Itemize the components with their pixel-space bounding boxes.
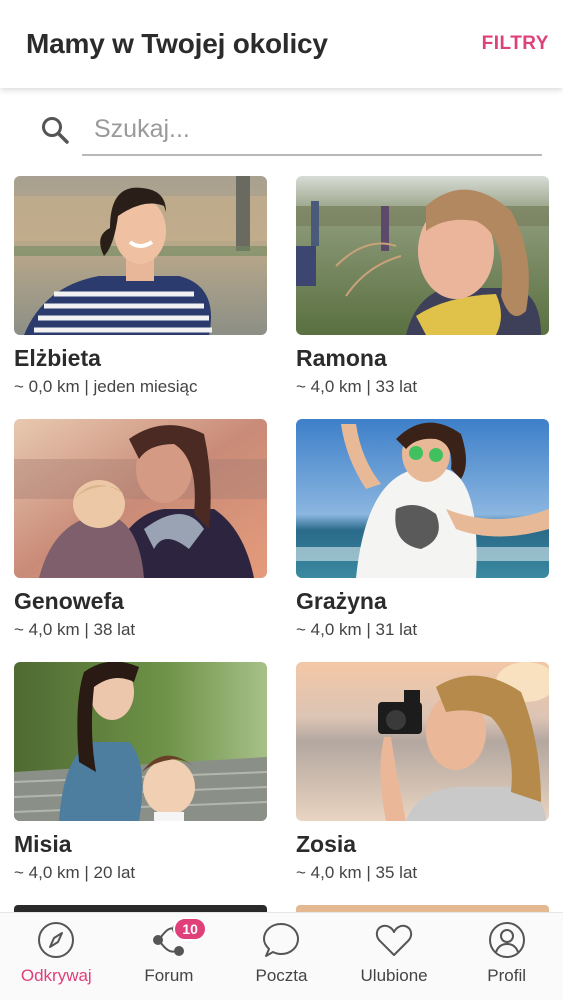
profile-meta: ~ 0,0 km | jeden miesiąc — [14, 377, 198, 396]
profile-card[interactable]: Elżbieta ~ 0,0 km | jeden miesiąc — [14, 176, 267, 397]
page-title: Mamy w Twojej okolicy — [26, 28, 328, 59]
profile-meta: ~ 4,0 km | 31 lat — [296, 620, 418, 639]
profile-icon — [488, 922, 525, 958]
profile-name: Misia — [14, 831, 72, 857]
profile-card[interactable]: Ramona ~ 4,0 km | 33 lat — [296, 176, 549, 397]
chat-bubble-icon — [263, 923, 300, 957]
tab-label: Poczta — [255, 966, 308, 985]
heart-icon — [375, 924, 413, 956]
filter-button[interactable]: FILTRY — [482, 33, 549, 55]
tab-label: Forum — [144, 966, 194, 985]
profile-photo — [296, 176, 549, 335]
tab-favorites[interactable]: Ulubione — [338, 913, 451, 1000]
tab-label: Odkrywaj — [20, 966, 92, 985]
tab-forum[interactable]: 10 Forum — [113, 913, 226, 1000]
bottom-tab-bar: Odkrywaj 10 Forum Poczta Ulubione Profil — [0, 912, 563, 1000]
profile-name: Zosia — [296, 831, 357, 857]
profile-name: Genowefa — [14, 588, 124, 614]
profile-grid: Elżbieta ~ 0,0 km | jeden miesiąc Ramona… — [0, 0, 563, 1000]
profile-name: Elżbieta — [14, 345, 101, 371]
profile-photo — [14, 662, 267, 821]
profile-photo — [296, 419, 549, 578]
profile-photo — [14, 176, 267, 335]
profile-name: Ramona — [296, 345, 387, 371]
tab-profile[interactable]: Profil — [450, 913, 563, 1000]
profile-card[interactable]: Zosia ~ 4,0 km | 35 lat — [296, 662, 549, 883]
profile-meta: ~ 4,0 km | 20 lat — [14, 863, 136, 882]
tab-label: Ulubione — [360, 966, 428, 985]
tab-label: Profil — [487, 966, 527, 985]
profile-name: Grażyna — [296, 588, 387, 614]
profile-photo — [14, 419, 267, 578]
profile-card[interactable]: Genowefa ~ 4,0 km | 38 lat — [14, 419, 267, 640]
profile-photo — [296, 662, 549, 821]
profile-meta: ~ 4,0 km | 33 lat — [296, 377, 418, 396]
tab-mail[interactable]: Poczta — [225, 913, 338, 1000]
profile-card[interactable]: Misia ~ 4,0 km | 20 lat — [14, 662, 267, 883]
top-bar: Mamy w Twojej okolicy FILTRY — [0, 0, 563, 88]
notification-badge: 10 — [173, 917, 207, 941]
profile-meta: ~ 4,0 km | 38 lat — [14, 620, 136, 639]
tab-discover[interactable]: Odkrywaj — [0, 913, 113, 1000]
profile-card[interactable]: Grażyna ~ 4,0 km | 31 lat — [296, 419, 549, 640]
profile-meta: ~ 4,0 km | 35 lat — [296, 863, 418, 882]
compass-icon — [38, 922, 75, 958]
